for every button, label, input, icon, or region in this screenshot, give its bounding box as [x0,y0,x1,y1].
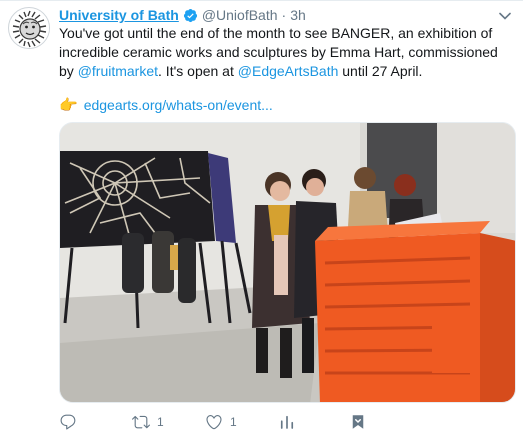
share-button[interactable] [349,411,367,433]
bath-sun-logo [10,9,49,48]
orange-sculpture [315,221,515,402]
verified-badge-icon [183,8,198,23]
link-line: 👉 edgearts.org/whats-on/event... [59,95,273,115]
retweet-count: 1 [157,415,164,429]
avatar[interactable] [8,7,50,49]
retweet-icon [132,413,150,431]
analytics-icon [278,413,296,431]
account-handle[interactable]: @UniofBath [202,7,278,23]
tweet-link[interactable]: edgearts.org/whats-on/event... [84,97,273,113]
mention-edgeartsbath[interactable]: @EdgeArtsBath [238,63,339,79]
reply-button[interactable] [59,411,84,433]
timestamp[interactable]: 3h [290,7,306,23]
like-count: 1 [230,415,237,429]
heart-icon [205,413,223,431]
tweet-text-part: . It's open at [158,63,238,79]
background-visitors [122,231,196,303]
tweet-card[interactable]: University of Bath @UniofBath · 3h You'v… [0,0,523,440]
chevron-down-icon[interactable] [498,9,512,21]
tweet-text-part: until 27 April. [338,63,423,79]
pointing-hand-icon: 👉 [59,96,78,114]
share-icon [349,413,367,431]
tweet-text: You've got until the end of the month to… [59,24,511,81]
action-bar: 1 1 [59,411,369,433]
reply-icon [59,413,77,431]
analytics-button[interactable] [278,411,296,433]
like-button[interactable]: 1 [205,411,237,433]
tweet-photo[interactable] [59,122,516,403]
separator: · [281,7,287,23]
retweet-button[interactable]: 1 [132,411,164,433]
mention-fruitmarket[interactable]: @fruitmarket [78,63,158,79]
tweet-header: University of Bath @UniofBath · 3h [59,5,493,25]
account-name[interactable]: University of Bath [59,7,179,23]
